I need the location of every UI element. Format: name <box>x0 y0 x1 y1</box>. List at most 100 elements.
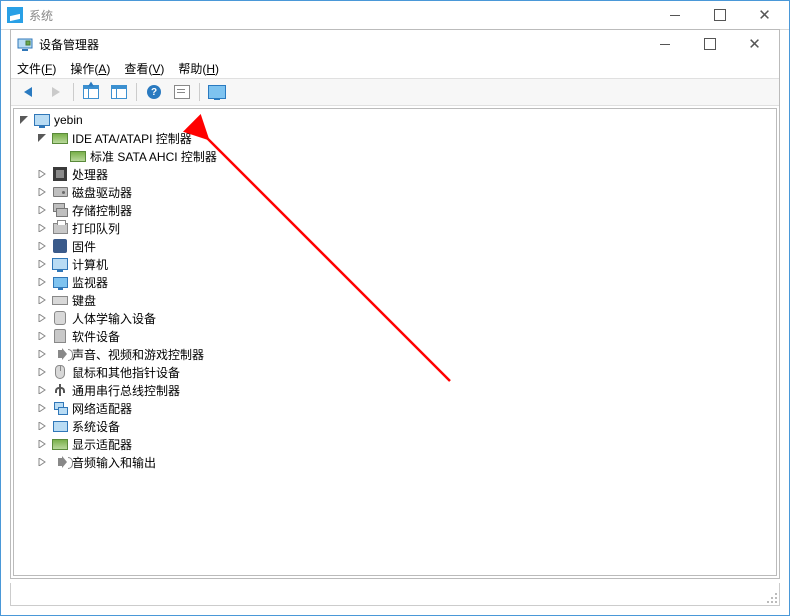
mouse-icon <box>52 364 68 380</box>
inner-maximize-button[interactable] <box>687 30 732 58</box>
expand-toggle-icon[interactable] <box>36 276 48 288</box>
expand-toggle-icon[interactable] <box>36 240 48 252</box>
system-device-icon <box>52 418 68 434</box>
tree-node-keyboard[interactable]: 键盘 <box>16 291 774 309</box>
tree-node-label: 人体学输入设备 <box>72 310 156 327</box>
tree-node-label: 网络适配器 <box>72 400 132 417</box>
tree-node-label: 固件 <box>72 238 96 255</box>
expand-toggle-icon[interactable] <box>36 420 48 432</box>
tree-node-disk[interactable]: 磁盘驱动器 <box>16 183 774 201</box>
tree-node-audio[interactable]: 音频输入和输出 <box>16 453 774 471</box>
expand-toggle-icon[interactable] <box>36 258 48 270</box>
network-icon <box>52 400 68 416</box>
storage-controller-icon <box>52 202 68 218</box>
menu-view[interactable]: 查看(V) <box>124 60 164 77</box>
expand-toggle-icon[interactable] <box>36 366 48 378</box>
tree-node-label: 通用串行总线控制器 <box>72 382 180 399</box>
hid-icon <box>52 310 68 326</box>
ide-controller-icon <box>52 130 68 146</box>
tree-root-label: yebin <box>54 113 83 127</box>
tree-node-processor[interactable]: 处理器 <box>16 165 774 183</box>
toolbar-separator <box>199 83 200 101</box>
expand-toggle-icon[interactable] <box>36 456 48 468</box>
view-grid-button[interactable] <box>106 80 132 104</box>
printer-icon <box>52 220 68 236</box>
tree-node-network[interactable]: 网络适配器 <box>16 399 774 417</box>
back-button[interactable] <box>15 80 41 104</box>
outer-minimize-button[interactable] <box>652 1 697 29</box>
properties-button[interactable] <box>169 80 195 104</box>
disk-drive-icon <box>52 184 68 200</box>
expand-toggle-icon[interactable] <box>36 402 48 414</box>
tree-node-firmware[interactable]: 固件 <box>16 237 774 255</box>
device-tree[interactable]: yebin IDE ATA/ATAPI 控制器 标准 SATA AHCI 控制器… <box>13 108 777 576</box>
menubar: 文件(F) 操作(A) 查看(V) 帮助(H) <box>11 58 779 78</box>
menu-help[interactable]: 帮助(H) <box>178 60 219 77</box>
expand-toggle-icon[interactable] <box>36 186 48 198</box>
tree-node-label: 音频输入和输出 <box>72 454 156 471</box>
expand-toggle-icon[interactable] <box>36 204 48 216</box>
tree-node-label: 显示适配器 <box>72 436 132 453</box>
software-device-icon <box>52 328 68 344</box>
resize-grip-icon[interactable] <box>765 591 777 603</box>
tree-node-label: 存储控制器 <box>72 202 132 219</box>
computer-icon <box>34 112 50 128</box>
tree-node-monitor[interactable]: 监视器 <box>16 273 774 291</box>
expand-toggle-icon[interactable] <box>36 294 48 306</box>
outer-maximize-button[interactable] <box>697 1 742 29</box>
sound-icon <box>52 346 68 362</box>
inner-minimize-button[interactable] <box>642 30 687 58</box>
tree-node-label: 系统设备 <box>72 418 120 435</box>
expand-toggle-icon[interactable] <box>36 168 48 180</box>
statusbar <box>10 583 780 606</box>
tree-node-computer[interactable]: 计算机 <box>16 255 774 273</box>
inner-window-title: 设备管理器 <box>39 36 642 53</box>
tree-node-label: 计算机 <box>72 256 108 273</box>
tree-leaf-sata[interactable]: 标准 SATA AHCI 控制器 <box>16 147 774 165</box>
forward-button[interactable] <box>43 80 69 104</box>
tree-node-usb[interactable]: 通用串行总线控制器 <box>16 381 774 399</box>
outer-close-button[interactable]: ✕ <box>742 1 787 29</box>
system-icon <box>7 7 23 23</box>
inner-titlebar[interactable]: 设备管理器 ✕ <box>11 30 779 58</box>
tree-node-sound[interactable]: 声音、视频和游戏控制器 <box>16 345 774 363</box>
expand-toggle-icon[interactable] <box>36 222 48 234</box>
menu-action[interactable]: 操作(A) <box>70 60 110 77</box>
firmware-icon <box>52 238 68 254</box>
outer-titlebar[interactable]: 系统 ✕ <box>1 1 789 30</box>
toolbar: ? <box>11 78 779 106</box>
expand-toggle-icon[interactable] <box>36 330 48 342</box>
menu-file[interactable]: 文件(F) <box>17 60 56 77</box>
device-manager-icon <box>17 36 33 52</box>
tree-root-row[interactable]: yebin <box>16 111 774 129</box>
scan-hardware-button[interactable] <box>204 80 230 104</box>
tree-node-ide[interactable]: IDE ATA/ATAPI 控制器 <box>16 129 774 147</box>
device-manager-window: 设备管理器 ✕ 文件(F) 操作(A) 查看(V) 帮助(H) ? <box>10 29 780 579</box>
usb-icon <box>52 382 68 398</box>
tree-node-mouse[interactable]: 鼠标和其他指针设备 <box>16 363 774 381</box>
tree-node-label: 鼠标和其他指针设备 <box>72 364 180 381</box>
audio-icon <box>52 454 68 470</box>
display-adapter-icon <box>52 436 68 452</box>
expand-toggle-icon[interactable] <box>36 132 48 144</box>
expand-toggle-icon[interactable] <box>36 312 48 324</box>
inner-close-button[interactable]: ✕ <box>732 30 777 58</box>
toolbar-separator <box>136 83 137 101</box>
help-button[interactable]: ? <box>141 80 167 104</box>
expand-toggle-icon[interactable] <box>36 384 48 396</box>
monitor-icon <box>52 274 68 290</box>
tree-node-storage[interactable]: 存储控制器 <box>16 201 774 219</box>
tree-node-label: 处理器 <box>72 166 108 183</box>
expand-toggle-icon[interactable] <box>36 348 48 360</box>
tree-node-display[interactable]: 显示适配器 <box>16 435 774 453</box>
expand-toggle-icon[interactable] <box>18 114 30 126</box>
tree-node-hid[interactable]: 人体学输入设备 <box>16 309 774 327</box>
tree-leaf-label: 标准 SATA AHCI 控制器 <box>90 148 217 165</box>
tree-node-system[interactable]: 系统设备 <box>16 417 774 435</box>
tree-node-label: 声音、视频和游戏控制器 <box>72 346 204 363</box>
tree-node-print-queue[interactable]: 打印队列 <box>16 219 774 237</box>
tree-node-label: IDE ATA/ATAPI 控制器 <box>72 130 192 147</box>
expand-toggle-icon[interactable] <box>36 438 48 450</box>
tree-node-software[interactable]: 软件设备 <box>16 327 774 345</box>
up-button[interactable] <box>78 80 104 104</box>
